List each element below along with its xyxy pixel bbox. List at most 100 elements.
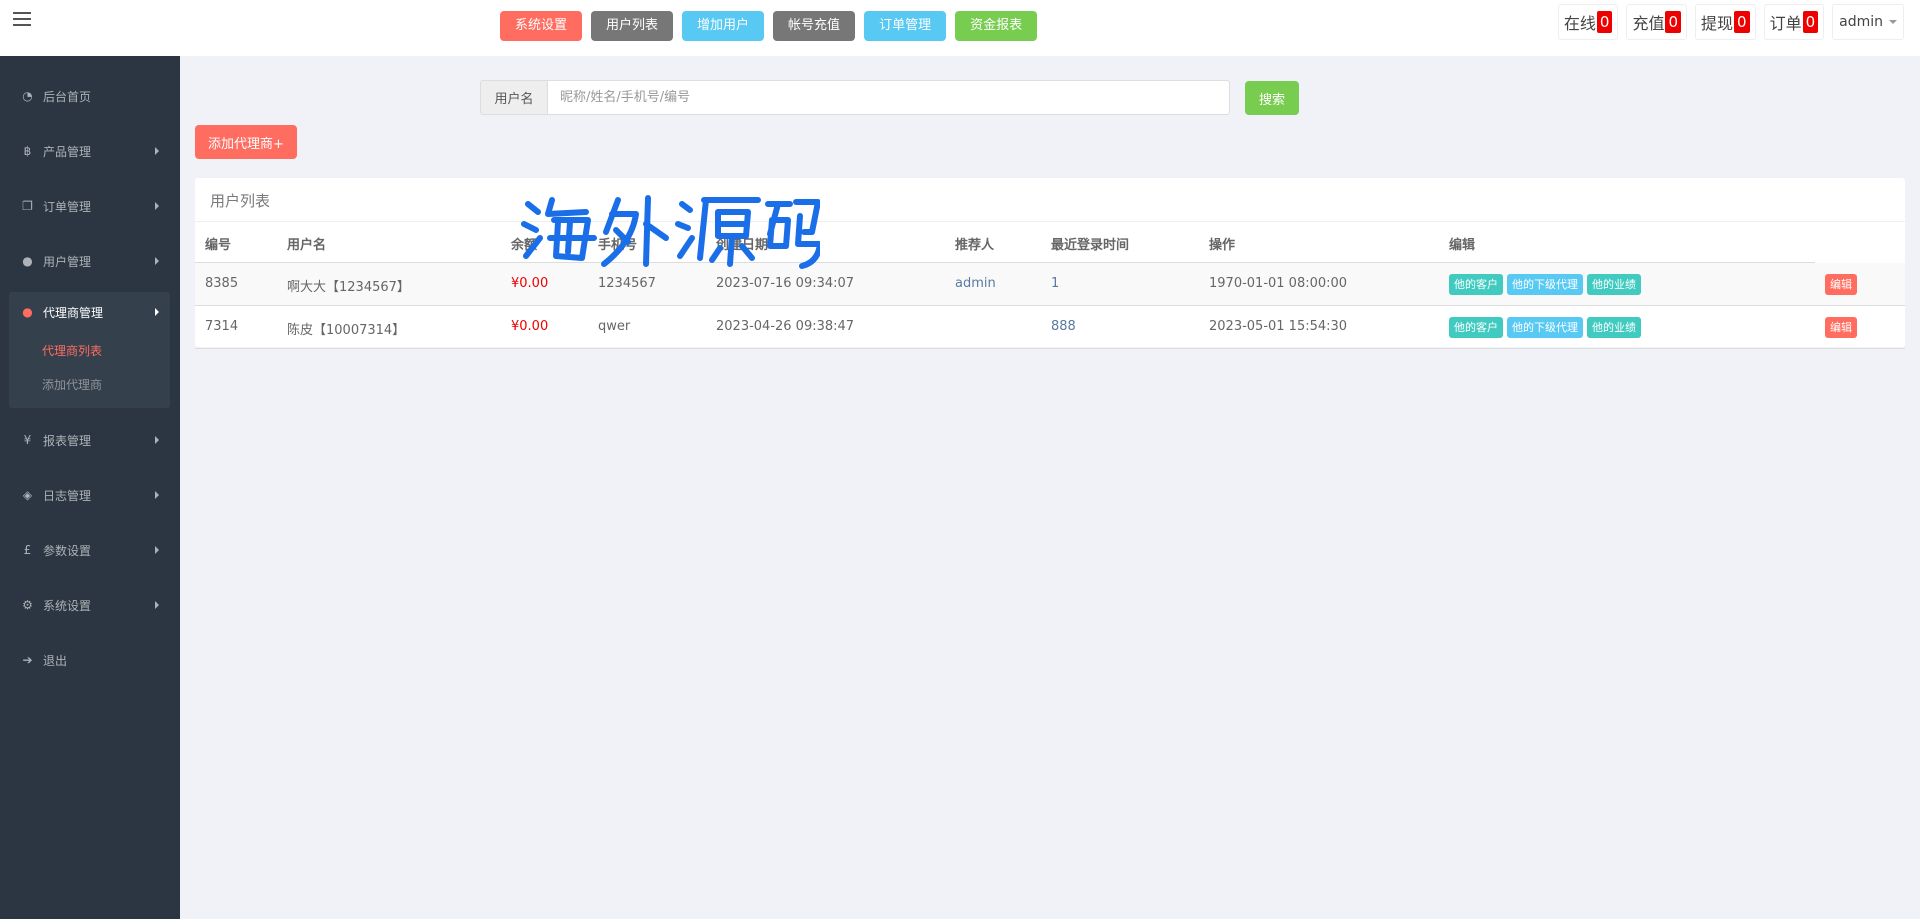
sign-out-icon: ➔: [22, 653, 33, 667]
table-header: 编号 用户名 余额 手机号 创建日期 推荐人 最近登录时间 操作 编辑: [195, 221, 1905, 264]
user-name: admin: [1839, 14, 1883, 30]
his-subagents-button[interactable]: 他的下级代理: [1507, 274, 1583, 295]
his-customers-button[interactable]: 他的客户: [1449, 317, 1503, 338]
cell-username: 啊大大【1234567】: [287, 280, 410, 295]
search-label: 用户名: [480, 80, 547, 115]
stat-label: 提现: [1701, 14, 1734, 33]
sidebar-item-reports[interactable]: ¥ 报表管理: [0, 420, 180, 460]
recharge-stat[interactable]: 充值 0: [1626, 4, 1687, 40]
cell-phone: qwer: [598, 319, 631, 334]
agent-icon: ●: [22, 305, 33, 319]
sidebar-item-label: 日志管理: [43, 488, 92, 503]
chevron-right-icon: [155, 491, 159, 499]
his-subagents-button[interactable]: 他的下级代理: [1507, 317, 1583, 338]
files-icon: ❐: [22, 199, 33, 213]
top-nav: 系统设置 用户列表 增加用户 帐号充值 订单管理 资金报表: [500, 11, 1038, 41]
table-row: 8385 啊大大【1234567】 ¥0.00 1234567 2023-07-…: [195, 263, 1905, 306]
edit-button[interactable]: 编辑: [1825, 274, 1857, 295]
edit-button[interactable]: 编辑: [1825, 317, 1857, 338]
search-form: 用户名: [480, 80, 1230, 115]
nav-account-recharge-button[interactable]: 帐号充值: [773, 11, 856, 41]
count-badge: 0: [1802, 11, 1819, 33]
chevron-right-icon: [155, 601, 159, 609]
user-dropdown[interactable]: admin: [1832, 4, 1904, 40]
submenu-add-agent[interactable]: 添加代理商: [42, 376, 102, 393]
nav-order-management-button[interactable]: 订单管理: [864, 11, 947, 41]
search-button[interactable]: 搜索: [1245, 81, 1299, 115]
gears-icon: ⚙: [22, 598, 33, 612]
count-badge: 0: [1596, 11, 1613, 33]
pound-icon: £: [23, 543, 32, 557]
column-header: 操作: [1209, 238, 1236, 253]
nav-add-user-button[interactable]: 增加用户: [682, 11, 765, 41]
caret-down-icon: [1889, 20, 1897, 24]
cell-created: 2023-07-16 09:34:07: [716, 276, 855, 291]
chevron-right-icon: [155, 202, 159, 210]
his-performance-button[interactable]: 他的业绩: [1587, 317, 1641, 338]
sidebar-item-system[interactable]: ⚙ 系统设置: [0, 585, 180, 625]
his-performance-button[interactable]: 他的业绩: [1587, 274, 1641, 295]
cell-last-login: 2023-05-01 15:54:30: [1209, 319, 1348, 334]
sidebar-item-dashboard[interactable]: ◔ 后台首页: [0, 76, 180, 116]
cell-balance: ¥0.00: [511, 319, 549, 334]
sidebar-item-agents[interactable]: ● 代理商管理: [0, 292, 180, 332]
column-header: 编号: [205, 238, 232, 253]
cell-id: 7314: [205, 319, 239, 334]
chevron-right-icon: [155, 436, 159, 444]
chevron-right-icon: [155, 147, 159, 155]
column-header: 用户名: [287, 238, 327, 253]
column-header: 编辑: [1449, 238, 1476, 253]
bitcoin-icon: ฿: [23, 144, 32, 158]
sidebar-item-params[interactable]: £ 参数设置: [0, 530, 180, 570]
sidebar-item-label: 用户管理: [43, 254, 92, 269]
search-input[interactable]: [547, 80, 1230, 115]
top-header: 系统设置 用户列表 增加用户 帐号充值 订单管理 资金报表 在线 0 充值 0 提现…: [0, 0, 1920, 56]
sidebar-item-products[interactable]: ฿ 产品管理: [0, 131, 180, 171]
stat-label: 在线: [1563, 14, 1596, 33]
cell-last-login-ip[interactable]: 1: [1051, 276, 1059, 291]
stat-label: 充值: [1632, 14, 1665, 33]
ticket-icon: ◈: [22, 488, 33, 502]
panel-title: 用户列表: [210, 192, 271, 210]
cell-referrer[interactable]: admin: [955, 276, 996, 291]
cell-last-login: 1970-01-01 08:00:00: [1209, 276, 1348, 291]
user-list-panel: 用户列表 编号 用户名 余额 手机号 创建日期 推荐人 最近登录时间 操作 编辑…: [195, 178, 1905, 349]
withdraw-stat[interactable]: 提现 0: [1695, 4, 1756, 40]
cell-username: 陈皮【10007314】: [287, 323, 406, 338]
row-actions: 他的客户 他的下级代理 他的业绩: [1449, 274, 1641, 295]
sidebar-item-label: 退出: [43, 653, 68, 668]
cell-last-login-ip[interactable]: 888: [1051, 319, 1076, 334]
sidebar-item-logout[interactable]: ➔ 退出: [0, 640, 180, 680]
chevron-right-icon: [155, 546, 159, 554]
row-actions: 他的客户 他的下级代理 他的业绩: [1449, 317, 1641, 338]
cell-balance: ¥0.00: [511, 276, 549, 291]
nav-user-list-button[interactable]: 用户列表: [591, 11, 674, 41]
column-header: 最近登录时间: [1051, 238, 1130, 253]
sidebar-item-label: 代理商管理: [43, 305, 104, 320]
dashboard-icon: ◔: [22, 89, 33, 103]
submenu-agent-list[interactable]: 代理商列表: [42, 342, 102, 359]
chevron-right-icon: [155, 257, 159, 265]
count-badge: 0: [1665, 11, 1681, 33]
watermark-logo: [521, 195, 820, 269]
sidebar-item-label: 订单管理: [43, 199, 92, 214]
chevron-right-icon: [155, 308, 159, 316]
cell-created: 2023-04-26 09:38:47: [716, 319, 855, 334]
table-row: 7314 陈皮【10007314】 ¥0.00 qwer 2023-04-26 …: [195, 306, 1905, 349]
sidebar-item-users[interactable]: ● 用户管理: [0, 241, 180, 281]
sidebar-item-orders[interactable]: ❐ 订单管理: [0, 186, 180, 226]
nav-system-settings-button[interactable]: 系统设置: [500, 11, 583, 41]
sidebar-item-label: 系统设置: [43, 598, 92, 613]
nav-fund-report-button[interactable]: 资金报表: [955, 11, 1038, 41]
his-customers-button[interactable]: 他的客户: [1449, 274, 1503, 295]
online-stat[interactable]: 在线 0: [1557, 4, 1619, 40]
yen-icon: ¥: [23, 433, 32, 447]
order-stat[interactable]: 订单 0: [1763, 4, 1825, 40]
sidebar-item-logs[interactable]: ◈ 日志管理: [0, 475, 180, 515]
menu-toggle-icon[interactable]: [13, 12, 31, 28]
cell-phone: 1234567: [598, 276, 656, 291]
user-icon: ●: [22, 254, 33, 268]
add-agent-button[interactable]: 添加代理商+: [195, 125, 297, 159]
user-table: 编号 用户名 余额 手机号 创建日期 推荐人 最近登录时间 操作 编辑 8385…: [195, 221, 1905, 349]
column-header: 推荐人: [955, 238, 995, 253]
